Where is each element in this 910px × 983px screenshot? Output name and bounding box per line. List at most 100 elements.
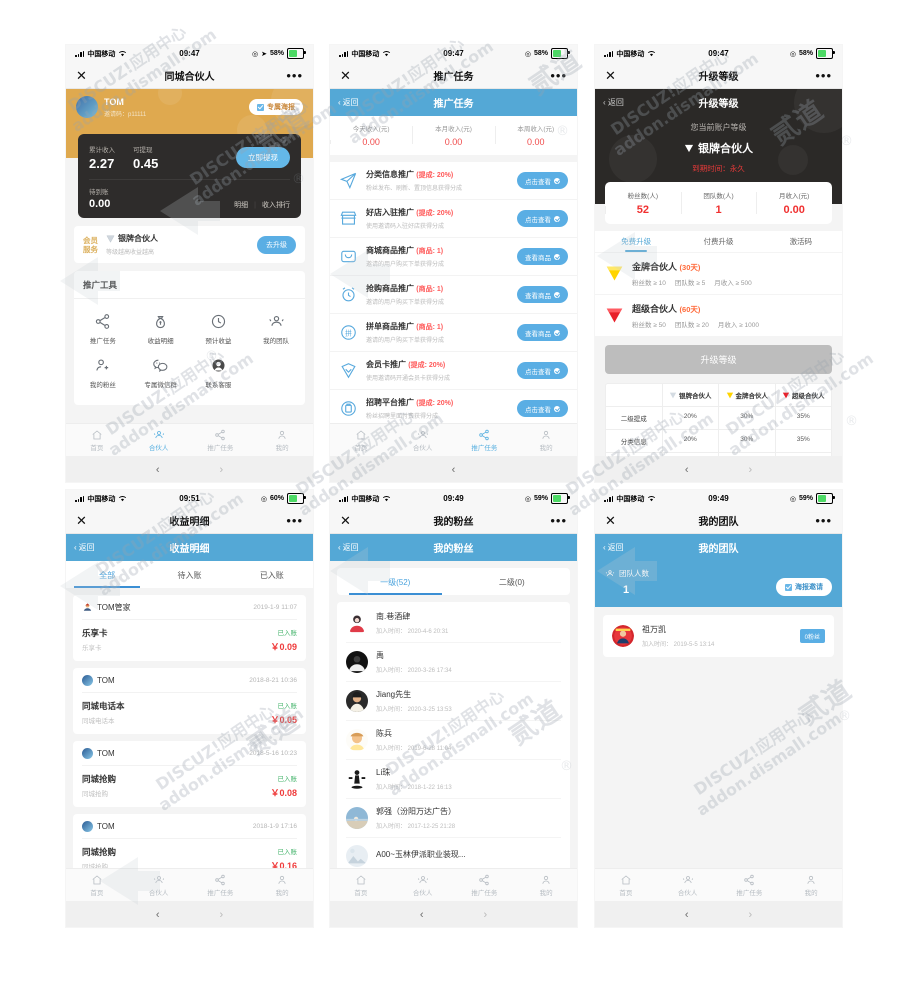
back-chevron-icon[interactable]: ‹ [156,909,160,921]
income-rank-link[interactable]: 收入排行 [262,200,290,210]
task-row[interactable]: 招聘平台推广 (提成: 20%) 粉丝招聘里面付费获得分成 点击查看 [330,390,577,427]
tab-mine[interactable]: 我的 [251,874,313,897]
task-action-button[interactable]: 查看商品 [517,324,568,341]
tab-promotion[interactable]: 推广任务 [454,874,516,897]
task-row[interactable]: 抢购商品推广 (商品: 1) 邀请的用户购买下单获得分成 查看商品 [330,276,577,314]
tool-item-income-detail[interactable]: 收益明细 [132,313,190,345]
tab-partner[interactable]: 合伙人 [392,874,454,897]
tool-item-share[interactable]: 推广任务 [74,313,132,345]
avatar[interactable] [76,96,98,118]
back-chevron-icon[interactable]: ‹ [420,909,424,921]
tab-mine[interactable]: 我的 [251,429,313,452]
list-item[interactable]: 郭强（汾阳万达广告） 加入时间： 2017-12-25 21:28 [346,799,561,838]
task-action-button[interactable]: 点击查看 [517,362,568,379]
vip-service-card[interactable]: 会员 服务 银牌合伙人 等级越高收益越高 去升级 [74,226,305,263]
withdraw-button[interactable]: 立即提现 [236,147,290,168]
req: 粉丝数 ≥ 10 [632,280,666,287]
tool-item-wechat-group[interactable]: 专属微信群 [132,357,190,389]
sub-title: 我的粉丝 [433,544,474,555]
income-record[interactable]: TOM 2018-5-16 10:23 同城抢购 同城抢购 已入账 ￥0.08 [73,741,306,807]
close-icon[interactable]: ✕ [340,69,360,82]
close-icon[interactable]: ✕ [340,514,360,527]
tool-item-contact-service[interactable]: 联系客服 [190,357,248,389]
list-item[interactable]: 陈兵 加入时间： 2019-6-28 11:04 [346,721,561,760]
task-action-button[interactable]: 查看商品 [517,248,568,265]
tab-mine[interactable]: 我的 [515,429,577,452]
close-icon[interactable]: ✕ [76,69,96,82]
back-button[interactable]: ‹ 返回 [338,542,359,553]
tab-promotion[interactable]: 推广任务 [719,874,781,897]
more-icon[interactable]: ••• [283,514,303,527]
more-icon[interactable]: ••• [283,69,303,82]
task-action-button[interactable]: 点击查看 [517,210,568,227]
upgrade-button[interactable]: 去升级 [257,235,296,254]
poster-button[interactable]: 专属海报 [249,99,303,115]
tab-mine[interactable]: 我的 [780,874,842,897]
task-action-button[interactable]: 点击查看 [517,400,568,417]
tab-home[interactable]: 首页 [66,874,128,897]
back-chevron-icon[interactable]: ‹ [685,464,689,476]
tab-promotion[interactable]: 推广任务 [454,429,516,452]
tab-level-1[interactable]: 一级(52) [337,568,454,595]
income-record[interactable]: TOM管家 2019-1-9 11:07 乐享卡 乐享卡 已入账 ￥0.09 [73,595,306,661]
tab-all[interactable]: 全部 [66,561,148,588]
tab-partner[interactable]: 合伙人 [128,429,190,452]
tab-partner[interactable]: 合伙人 [657,874,719,897]
back-button[interactable]: ‹ 返回 [603,542,624,553]
forward-chevron-icon[interactable]: › [220,464,224,476]
income-record[interactable]: TOM 2018-8-21 10:36 同城电话本 同城电话本 已入账 ￥0.0… [73,668,306,734]
task-action-button[interactable]: 点击查看 [517,172,568,189]
task-row[interactable]: 商城商品推广 (商品: 1) 邀请的用户购买下单获得分成 查看商品 [330,238,577,276]
tool-item-my-fans[interactable]: 我的粉丝 [74,357,132,389]
tab-partner[interactable]: 合伙人 [128,874,190,897]
forward-chevron-icon[interactable]: › [749,464,753,476]
close-icon[interactable]: ✕ [605,69,625,82]
tab-activation-code[interactable]: 激活码 [760,236,842,252]
back-chevron-icon[interactable]: ‹ [685,909,689,921]
tab-mine[interactable]: 我的 [515,874,577,897]
tab-settled[interactable]: 已入账 [231,561,313,588]
more-icon[interactable]: ••• [547,514,567,527]
task-row[interactable]: 分类信息推广 (提成: 20%) 粉丝发布、刷新、置顶信息获得分成 点击查看 [330,162,577,200]
back-chevron-icon[interactable]: ‹ [156,464,160,476]
forward-chevron-icon[interactable]: › [220,909,224,921]
more-icon[interactable]: ••• [547,69,567,82]
back-chevron-icon[interactable]: ‹ [452,464,456,476]
forward-chevron-icon[interactable]: › [484,909,488,921]
more-icon[interactable]: ••• [812,514,832,527]
tab-home[interactable]: 首页 [66,429,128,452]
poster-invite-button[interactable]: 海报邀请 [776,578,832,596]
list-item[interactable]: 南.巷酒肆 加入时间： 2020-4-6 20:31 [346,604,561,643]
task-row[interactable]: 会员卡推广 (提成: 20%) 使用邀请码开通会员卡获得分成 点击查看 [330,352,577,390]
detail-link[interactable]: 明细 [234,200,248,210]
upgrade-level-button[interactable]: 升级等级 [605,345,832,374]
tab-paid-upgrade[interactable]: 付费升级 [677,236,759,252]
close-icon[interactable]: ✕ [76,514,96,527]
list-item[interactable]: 禹 加入时间： 2020-3-26 17:34 [346,643,561,682]
more-icon[interactable]: ••• [812,69,832,82]
task-row[interactable]: 拼 拼单商品推广 (商品: 1) 邀请的用户购买下单获得分成 查看商品 [330,314,577,352]
task-action-button[interactable]: 查看商品 [517,286,568,303]
back-button[interactable]: ‹ 返回 [338,97,359,108]
level-option-super[interactable]: 超级合伙人 (60天) 粉丝数 ≥ 50 团队数 ≥ 20 月收入 ≥ 1000 [595,294,842,336]
tab-level-2[interactable]: 二级(0) [454,568,571,595]
list-item[interactable]: Jiang先生 加入时间： 2020-3-25 13:53 [346,682,561,721]
tab-home[interactable]: 首页 [330,874,392,897]
level-option-gold[interactable]: 金牌合伙人 (30天) 粉丝数 ≥ 10 团队数 ≥ 5 月收入 ≥ 500 [595,252,842,294]
close-icon[interactable]: ✕ [605,514,625,527]
tab-pending[interactable]: 待入账 [148,561,230,588]
tab-partner[interactable]: 合伙人 [392,429,454,452]
sub-header: ‹ 返回 推广任务 [330,89,577,116]
tab-free-upgrade[interactable]: 免费升级 [595,236,677,252]
tool-item-my-team[interactable]: 我的团队 [247,313,305,345]
tab-promotion[interactable]: 推广任务 [190,874,252,897]
tool-item-estimated-income[interactable]: 预计收益 [190,313,248,345]
list-item[interactable]: Li珠 加入时间： 2018-1-22 16:13 [346,760,561,799]
list-item[interactable]: 祖万凯 加入时间： 2019-5-5 13:14 0粉丝 [603,615,834,657]
forward-chevron-icon[interactable]: › [749,909,753,921]
back-button[interactable]: ‹ 返回 [74,542,95,553]
tab-home[interactable]: 首页 [330,429,392,452]
tab-promotion[interactable]: 推广任务 [190,429,252,452]
task-row[interactable]: 好店入驻推广 (提成: 20%) 使用邀请码入驻好店获得分成 点击查看 [330,200,577,238]
tab-home[interactable]: 首页 [595,874,657,897]
